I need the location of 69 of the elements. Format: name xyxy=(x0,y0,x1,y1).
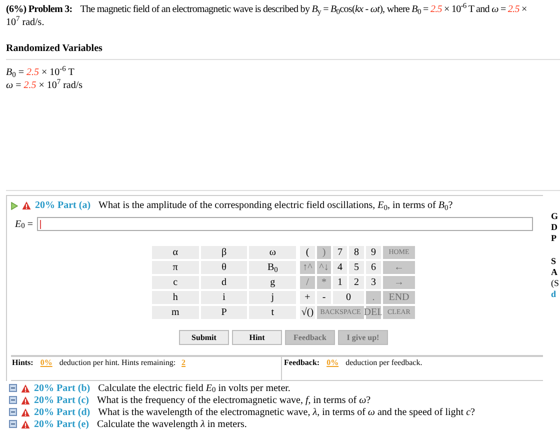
hint-deduction: 0% xyxy=(39,357,54,368)
keypad-key[interactable]: ( xyxy=(299,245,316,260)
collapse-icon[interactable] xyxy=(9,408,17,416)
problem-label: (6%) Problem 3: xyxy=(6,3,72,16)
symbol-key[interactable]: θ xyxy=(200,260,248,275)
action-button[interactable]: Submit xyxy=(179,330,229,345)
feedback-text: deduction per feedback. xyxy=(346,357,422,368)
symbol-key[interactable]: m xyxy=(151,305,200,320)
symbol-key[interactable]: h xyxy=(151,290,200,305)
sidebar-text: G xyxy=(551,211,560,222)
symbol-key[interactable]: t xyxy=(248,305,297,320)
symbol-key[interactable]: B$_{0}$ xyxy=(248,260,297,275)
part-label: 20% Part (a) xyxy=(35,199,91,212)
sidebar-text: D xyxy=(551,222,558,233)
symbol-key[interactable]: g xyxy=(248,275,297,290)
hints-label: Hints: xyxy=(12,357,34,368)
keypad-key[interactable]: 2 xyxy=(348,275,365,290)
collapse-icon[interactable] xyxy=(9,396,17,404)
keypad-key[interactable]: 5 xyxy=(348,260,365,275)
symbol-key[interactable]: j xyxy=(248,290,297,305)
problem-statement: The magnetic field of an electromagnetic wave is described by B$_{y}$ = B$_{0}$cos(kx - ωt), where B$_{0}$ = 2.5 × 10$^{-6}$ T and ω = 2.5 × xyxy=(80,3,527,16)
keypad-key[interactable]: 7 xyxy=(332,245,348,260)
feedback-label: Feedback: xyxy=(284,357,320,368)
symbol-key[interactable]: d xyxy=(200,275,248,290)
warning-icon xyxy=(21,384,30,392)
hints-text: deduction per hint. Hints remaining: xyxy=(59,357,176,368)
symbol-key[interactable]: i xyxy=(200,290,248,305)
warning-icon xyxy=(22,201,31,210)
problem-statement: 10$^{7}$ rad/s. xyxy=(6,16,46,29)
variable-value: ω = 2.5 × 10$^{7}$ rad/s xyxy=(6,79,84,92)
collapse-icon[interactable] xyxy=(9,420,17,428)
question-text: What is the amplitude of the corresponding electric field oscillations, E$_{0}$, in terms of B$_{0}$? xyxy=(98,199,453,212)
symbol-key[interactable]: c xyxy=(151,275,200,290)
keypad-key[interactable]: 0 xyxy=(332,290,365,305)
warning-icon xyxy=(21,420,30,428)
sidebar-text: (S xyxy=(551,278,560,289)
play-icon[interactable] xyxy=(11,202,18,210)
keypad-key[interactable]: 6 xyxy=(365,260,382,275)
keypad-key[interactable]: 8 xyxy=(348,245,365,260)
sidebar-text: A xyxy=(551,267,558,278)
symbol-key[interactable]: π xyxy=(151,260,200,275)
answer-field[interactable] xyxy=(37,217,533,231)
keypad-key[interactable]: √() xyxy=(299,305,316,320)
symbol-key[interactable]: β xyxy=(200,245,248,260)
action-button[interactable]: Hint xyxy=(232,330,282,345)
sidebar-text: P xyxy=(551,233,558,244)
keypad-key[interactable]: 1 xyxy=(332,275,348,290)
variable-value: B$_{0}$ = 2.5 × 10$^{-6}$ T xyxy=(6,66,76,79)
question-text: Calculate the electric field E$_{0}$ in volts per meter. xyxy=(98,382,290,394)
question-text: What is the frequency of the electromagnetic wave, f, in terms of ω? xyxy=(96,394,371,406)
warning-icon xyxy=(21,396,30,404)
keypad-key[interactable]: 9 xyxy=(365,245,382,260)
question-text: Calculate the wavelength λ in meters. xyxy=(96,418,247,430)
keypad-key[interactable]: + xyxy=(299,290,316,305)
warning-icon xyxy=(21,408,30,416)
collapse-icon[interactable] xyxy=(9,384,17,392)
keypad-key[interactable]: 3 xyxy=(365,275,382,290)
section-title: Randomized Variables xyxy=(6,42,104,55)
hints-remaining: 2 xyxy=(180,357,187,368)
sidebar-text[interactable]: d xyxy=(551,289,560,300)
symbol-key[interactable]: P xyxy=(200,305,248,320)
feedback-deduction: 0% xyxy=(326,357,340,368)
symbol-key[interactable]: ω xyxy=(248,245,297,260)
keypad-key[interactable]: 4 xyxy=(332,260,348,275)
question-text: What is the wavelength of the electromagnetic wave, λ, in terms of ω and the speed of light c? xyxy=(98,406,475,418)
sidebar-text: S xyxy=(551,256,558,267)
field-label: E$_{0}$ = xyxy=(15,218,33,230)
symbol-key[interactable]: α xyxy=(151,245,200,260)
keypad-key[interactable]: - xyxy=(316,290,332,305)
